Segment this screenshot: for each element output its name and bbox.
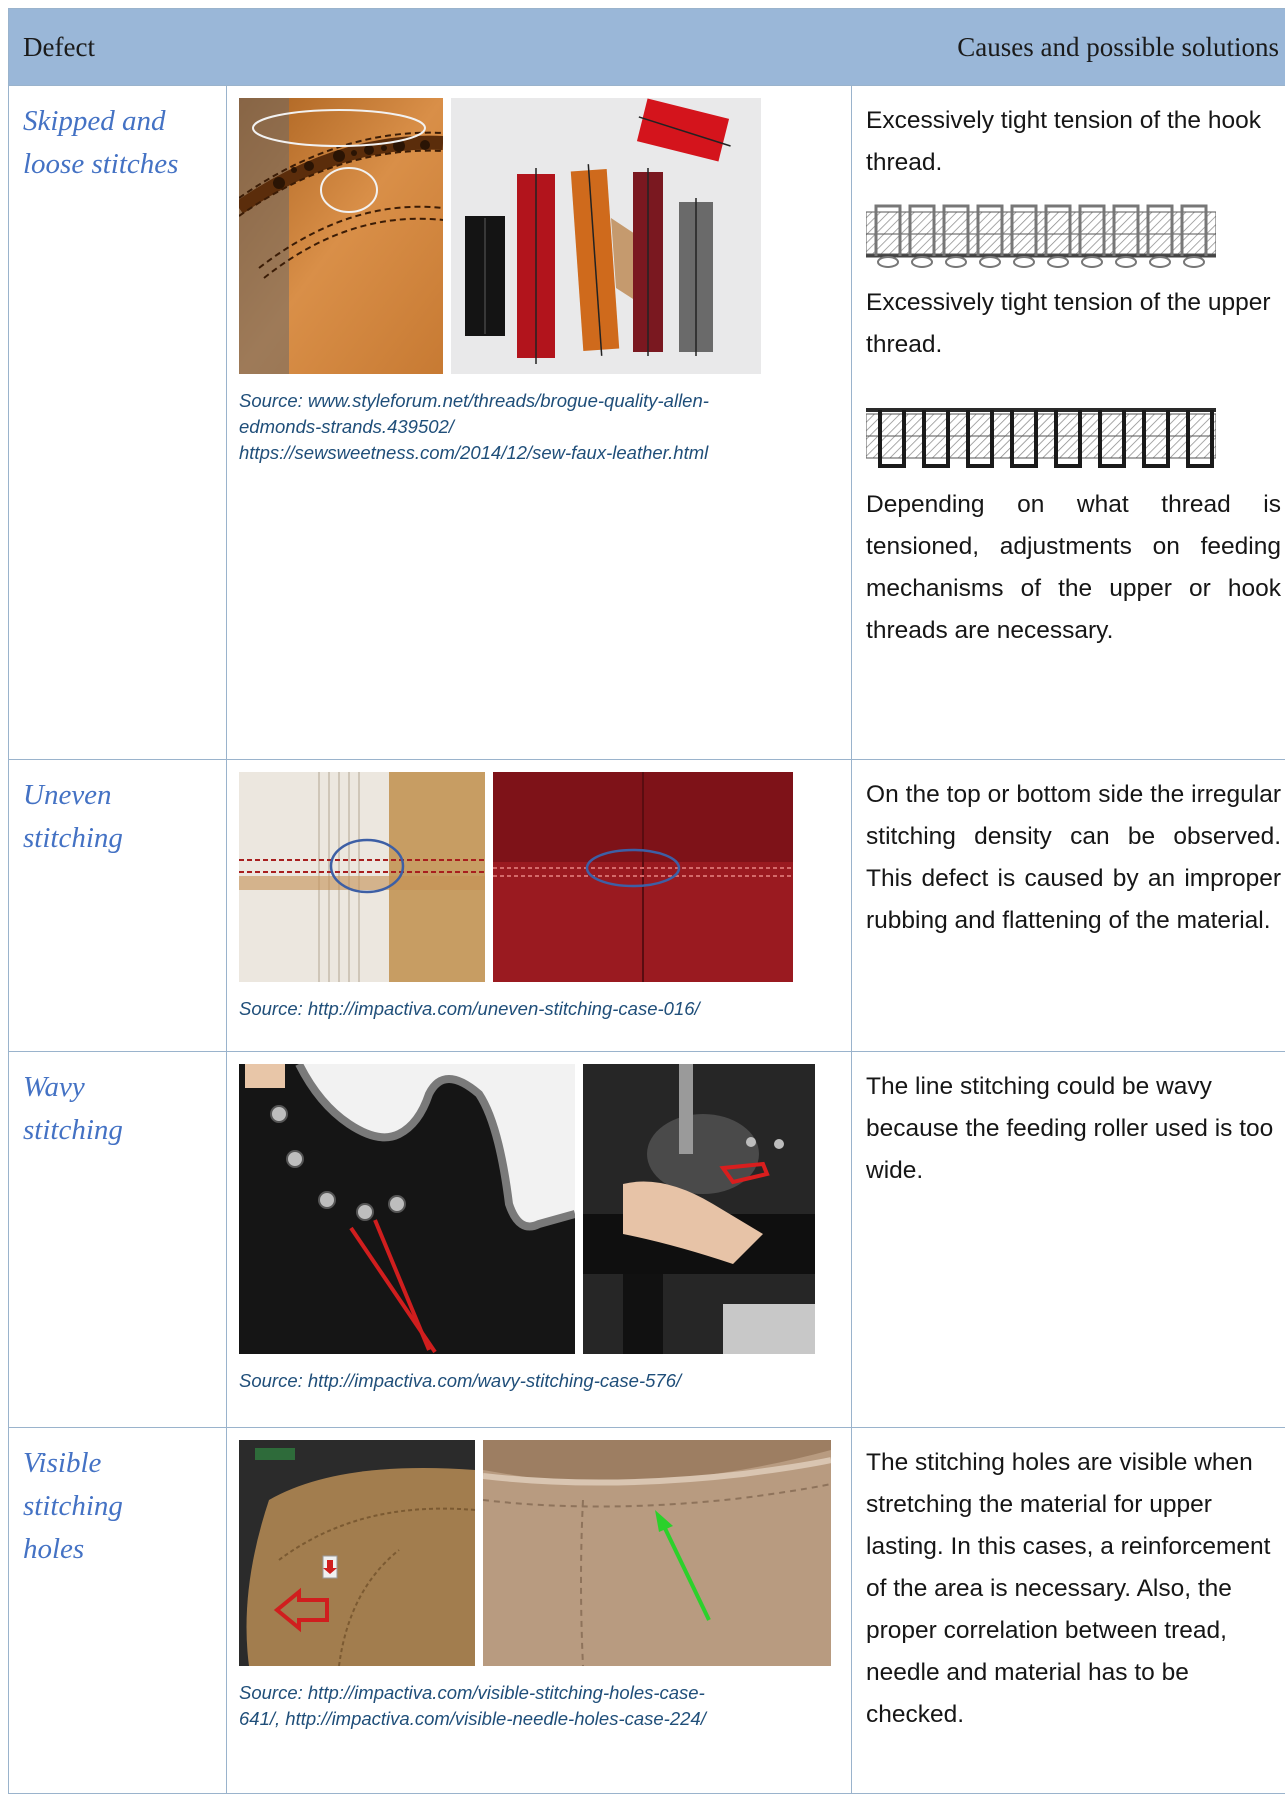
causes-cell: The stitching holes are visible when str…: [851, 1427, 1285, 1794]
photo-uneven-stitching-fabric: [239, 772, 485, 982]
causes-text: The line stitching could be wavy because…: [866, 1073, 1274, 1184]
images-cell: Source: http://impactiva.com/wavy-stitch…: [225, 1051, 853, 1428]
causes-text: Depending on what thread is tensioned, a…: [866, 491, 1282, 644]
causes-text: The stitching holes are visible when str…: [866, 1449, 1271, 1728]
defect-title-line: stitching: [23, 822, 123, 854]
source-line: Source: www.styleforum.net/threads/brogu…: [239, 390, 709, 411]
stitch-diagram-upper-thread: [866, 408, 1217, 468]
table-header-row: Defect Causes and possible solutions: [8, 8, 1285, 86]
defect-cell: Wavy stitching: [8, 1051, 227, 1428]
images-cell: Source: http://impactiva.com/uneven-stit…: [225, 759, 853, 1052]
table-row: Wavy stitching Source: http://impactiva.…: [8, 1051, 1285, 1428]
source-line: Source: http://impactiva.com/wavy-stitch…: [239, 1370, 682, 1391]
photo-faux-leather-strips: [451, 98, 761, 374]
defects-table-container: Defect Causes and possible solutions Ski…: [8, 8, 1285, 1796]
causes-cell: On the top or bottom side the irregular …: [851, 759, 1285, 1052]
photo-stitching-holes-boot: [239, 1440, 475, 1666]
photo-brogue-leather: [239, 98, 443, 374]
table-row: Visible stitching holes Source: http://i…: [8, 1427, 1285, 1794]
defect-title-line: Wavy: [23, 1071, 85, 1103]
defect-cell: Skipped and loose stitches: [8, 85, 227, 760]
defect-cell: Uneven stitching: [8, 759, 227, 1052]
images-cell: Source: http://impactiva.com/visible-sti…: [225, 1427, 853, 1794]
defect-title-line: holes: [23, 1533, 85, 1565]
causes-text: Excessively tight tension of the upper t…: [866, 289, 1271, 358]
defect-title-line: Uneven: [23, 779, 112, 811]
defect-title-line: Visible: [23, 1447, 102, 1479]
source-line: Source: http://impactiva.com/visible-sti…: [239, 1682, 705, 1703]
causes-cell: The line stitching could be wavy because…: [851, 1051, 1285, 1428]
source-line: 641/, http://impactiva.com/visible-needl…: [239, 1708, 706, 1729]
causes-text: Excessively tight tension of the hook th…: [866, 107, 1261, 176]
table-row: Skipped and loose stitches Source: www.s…: [8, 85, 1285, 760]
causes-text: On the top or bottom side the irregular …: [866, 781, 1282, 934]
photo-stitching-holes-suede: [483, 1440, 831, 1666]
stitch-diagram-hook-thread: [866, 204, 1217, 268]
photo-wavy-stitching-machine: [583, 1064, 815, 1354]
header-defect: Defect: [8, 8, 852, 86]
source-line: Source: http://impactiva.com/uneven-stit…: [239, 998, 700, 1019]
defect-title-line: loose stitches: [23, 148, 179, 180]
image-source: Source: http://impactiva.com/uneven-stit…: [239, 996, 841, 1022]
defect-title-line: Skipped and: [23, 105, 166, 137]
header-causes: Causes and possible solutions: [851, 8, 1285, 86]
image-source: Source: http://impactiva.com/visible-sti…: [239, 1680, 841, 1732]
table-row: Uneven stitching Source: http://impactiv…: [8, 759, 1285, 1052]
image-source: Source: http://impactiva.com/wavy-stitch…: [239, 1368, 841, 1394]
images-cell: Source: www.styleforum.net/threads/brogu…: [225, 85, 853, 760]
defect-title-line: stitching: [23, 1490, 123, 1522]
photo-uneven-stitching-red-leather: [493, 772, 793, 982]
causes-cell: Excessively tight tension of the hook th…: [851, 85, 1285, 760]
defects-table: Defect Causes and possible solutions Ski…: [8, 8, 1285, 1794]
image-source: Source: www.styleforum.net/threads/brogu…: [239, 388, 841, 466]
defect-title-line: stitching: [23, 1114, 123, 1146]
source-line: edmonds-strands.439502/: [239, 416, 454, 437]
defect-cell: Visible stitching holes: [8, 1427, 227, 1794]
photo-wavy-stitching-suede: [239, 1064, 575, 1354]
source-line: https://sewsweetness.com/2014/12/sew-fau…: [239, 442, 709, 463]
